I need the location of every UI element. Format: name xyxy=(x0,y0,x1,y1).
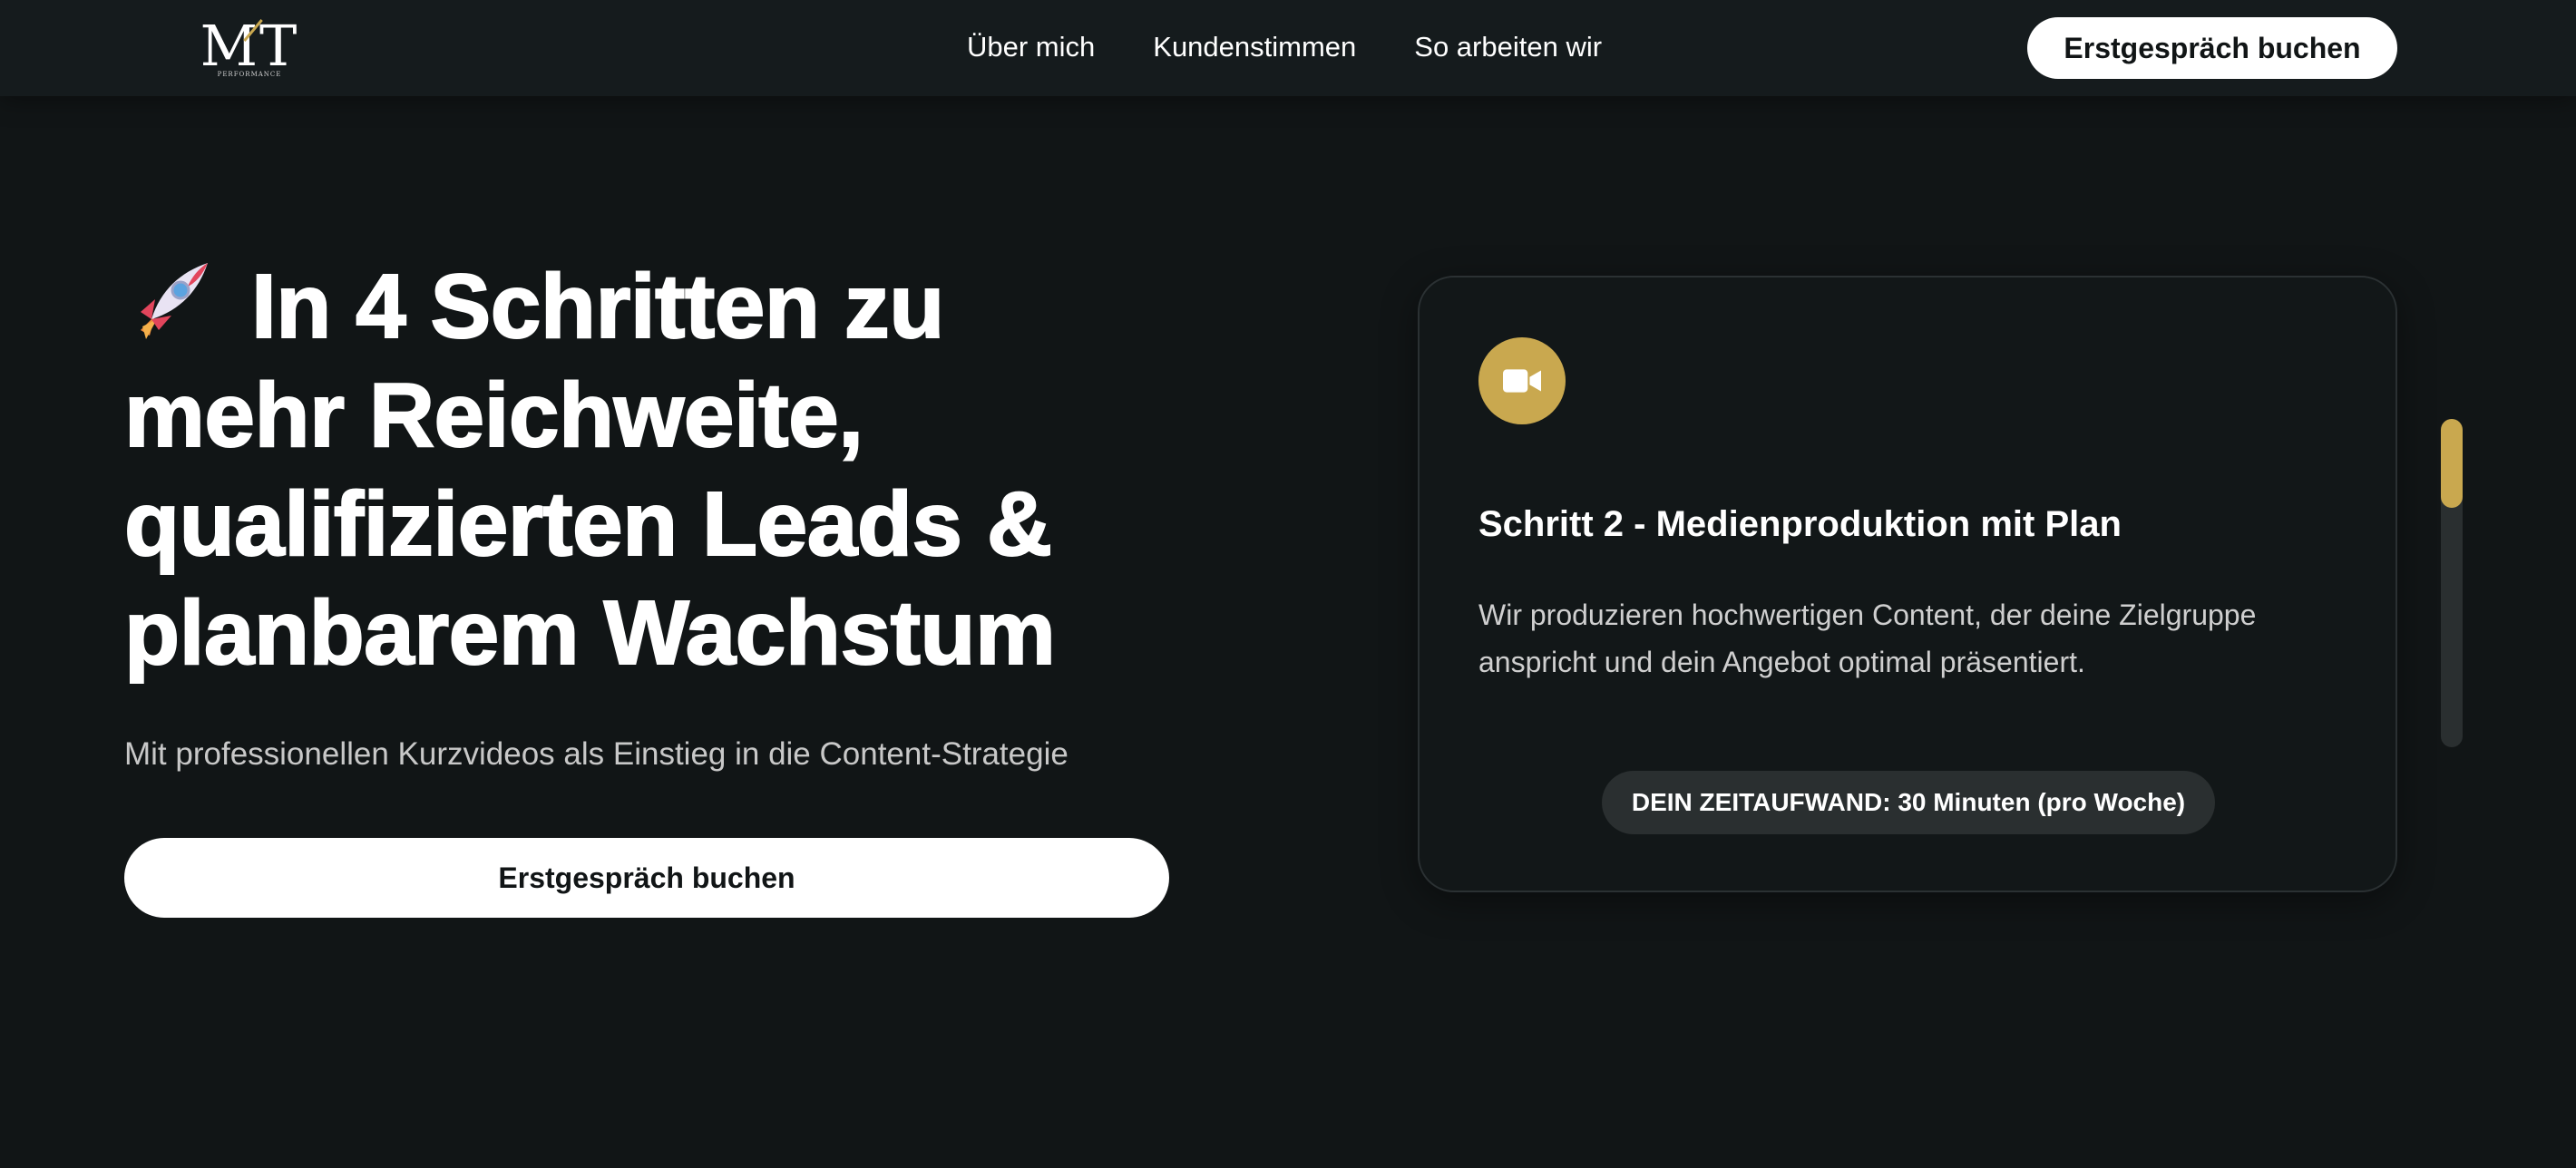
brand-logo[interactable]: MT PERFORMANCE xyxy=(192,13,307,80)
step-title: Schritt 2 - Medienproduktion mit Plan xyxy=(1478,504,2122,544)
headline-line-1: In 4 Schritten zu xyxy=(250,255,945,358)
logo-monogram: MT xyxy=(200,13,299,79)
rocket-icon xyxy=(124,256,215,346)
logo-subtext: PERFORMANCE xyxy=(217,71,282,78)
hero-section: In 4 Schritten zu mehr Reichweite, quali… xyxy=(123,252,1213,687)
nav-links: Über mich Kundenstimmen So arbeiten wir xyxy=(967,27,1602,67)
video-camera-icon xyxy=(1478,337,1566,424)
steps-scroll-thumb[interactable] xyxy=(2441,419,2463,508)
headline-line-4: planbarem Wachstum xyxy=(123,581,1057,685)
steps-scroll-track[interactable] xyxy=(2441,419,2463,747)
nav-link-so-arbeiten-wir[interactable]: So arbeiten wir xyxy=(1414,27,1602,67)
hero-book-call-button[interactable]: Erstgespräch buchen xyxy=(124,838,1169,918)
nav-link-kundenstimmen[interactable]: Kundenstimmen xyxy=(1153,27,1356,67)
headline-line-3: qualifizierten Leads & xyxy=(123,472,1053,576)
headline-line-2: mehr Reichweite, xyxy=(123,364,864,467)
hero-subheadline: Mit professionellen Kurzvideos als Einst… xyxy=(124,736,1068,772)
hero-headline: In 4 Schritten zu mehr Reichweite, quali… xyxy=(123,252,1213,687)
step-description: Wir produzieren hochwertigen Content, de… xyxy=(1478,599,2257,678)
nav-link-ueber-mich[interactable]: Über mich xyxy=(967,27,1095,67)
nav-book-call-button[interactable]: Erstgespräch buchen xyxy=(2027,17,2397,79)
time-effort-badge: DEIN ZEITAUFWAND: 30 Minuten (pro Woche) xyxy=(1602,771,2215,834)
top-navigation: MT PERFORMANCE Über mich Kundenstimmen S… xyxy=(0,0,2576,96)
step-card: Schritt 2 - Medienproduktion mit Plan Wi… xyxy=(1418,276,2397,892)
